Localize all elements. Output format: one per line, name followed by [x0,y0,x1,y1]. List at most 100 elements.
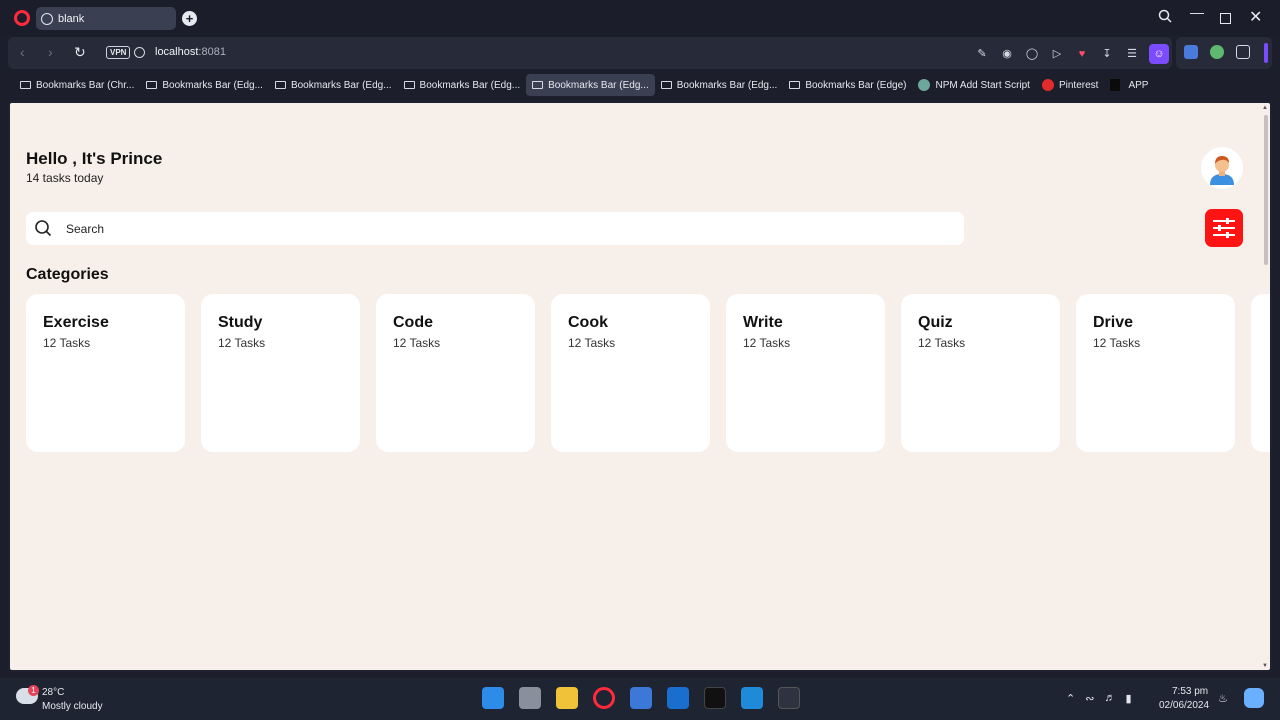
close-icon[interactable]: ✕ [1249,7,1262,27]
copilot-icon[interactable] [1244,688,1264,708]
microsoft-store-icon[interactable] [630,687,652,709]
folder-icon [274,81,286,89]
category-card-drive[interactable]: Drive 12 Tasks [1076,294,1235,452]
notification-bell-icon[interactable]: ♨ [1218,692,1228,705]
search-bar[interactable] [26,212,964,245]
wifi-icon[interactable]: ∾ [1085,692,1094,705]
category-task-count: 12 Tasks [918,336,966,350]
bookmark-label: NPM Add Start Script [935,79,1030,91]
bookmarks-bar: Bookmarks Bar (Chr... Bookmarks Bar (Edg… [8,72,1272,98]
site-info-icon[interactable] [134,47,145,58]
cube-extension-icon[interactable] [1236,45,1250,59]
bookmark-item[interactable]: Bookmarks Bar (Edg... [140,74,269,96]
clock-time[interactable]: 7:53 pm [1172,686,1208,697]
edit-icon[interactable]: ✎ [974,46,990,62]
category-name: Study [218,314,263,331]
opera-logo-icon[interactable] [14,10,30,26]
scrollbar-thumb[interactable] [1264,115,1268,265]
category-card-study[interactable]: Study 12 Tasks [201,294,360,452]
vpn-badge[interactable]: VPN [106,46,131,59]
system-tray: ⌃ ∾ ♬ ▮ [1066,692,1132,705]
opera-browser-icon[interactable] [593,687,615,709]
outlook-icon[interactable] [667,687,689,709]
category-card-code[interactable]: Code 12 Tasks [376,294,535,452]
maximize-icon[interactable] [1220,13,1231,24]
category-card-write[interactable]: Write 12 Tasks [726,294,885,452]
forward-icon[interactable]: › [48,44,53,60]
weather-condition[interactable]: Mostly cloudy [42,701,103,712]
scroll-up-icon[interactable]: ▲ [1262,105,1268,111]
bookmark-item[interactable]: Bookmarks Bar (Chr... [14,74,140,96]
category-task-count: 12 Tasks [393,336,441,350]
vscode-icon[interactable] [741,687,763,709]
url-host: localhost [155,46,199,58]
task-view-icon[interactable] [519,687,541,709]
folder-icon [20,81,31,89]
bookmark-item[interactable]: APP [1104,74,1154,96]
toolbar-icons: ✎ ◉ ◯ ▷ ♥ ↧ ☰ ☺ [974,44,1169,64]
bookmark-item[interactable]: Bookmarks Bar (Edg... [655,74,784,96]
file-icon [1110,79,1121,91]
reload-icon[interactable]: ↻ [74,44,86,61]
minimize-icon[interactable]: — [1190,4,1204,20]
menu-icon[interactable]: ☰ [1124,46,1140,62]
category-name: Drive [1093,314,1134,331]
bookmark-item[interactable]: Bookmarks Bar (Edg... [526,74,655,96]
url-field[interactable]: localhost:8081 [155,46,226,58]
back-icon[interactable]: ‹ [20,44,25,60]
folder-icon [532,81,544,89]
bookmark-item[interactable]: Bookmarks Bar (Edge) [783,74,912,96]
folder-icon [146,81,158,89]
category-name: Code [393,314,433,331]
camera-icon[interactable]: ◉ [999,46,1015,62]
figma-icon[interactable] [704,687,726,709]
browser-tab[interactable]: blank [36,7,176,30]
bookmark-item[interactable]: Bookmarks Bar (Edg... [398,74,527,96]
search-icon[interactable] [1158,9,1172,23]
bookmark-label: Bookmarks Bar (Edg... [676,79,778,91]
heart-icon[interactable]: ♥ [1074,46,1090,62]
category-card-exercise[interactable]: Exercise 12 Tasks [26,294,185,452]
play-icon[interactable]: ▷ [1049,46,1065,62]
category-card-partial[interactable] [1251,294,1270,452]
terminal-icon[interactable] [778,687,800,709]
battery-icon[interactable]: ▮ [1125,692,1131,705]
avatar[interactable] [1201,147,1243,189]
translate-extension-icon[interactable] [1184,45,1198,59]
url-port: :8081 [198,46,226,58]
bookmark-item[interactable]: Pinterest [1036,74,1104,96]
page-viewport: ▲ ▼ Hello , It's Prince 14 tasks today C [8,101,1272,672]
category-name: Exercise [43,314,109,331]
volume-icon[interactable]: ♬ [1104,692,1115,705]
bookmark-label: Bookmarks Bar (Chr... [36,79,135,91]
greeting-title: Hello , It's Prince [26,149,163,168]
taskbar: 1 28°C Mostly cloudy ⌃ ∾ ♬ ▮ 7:53 pm 02/… [0,678,1280,720]
extension-icon[interactable] [1210,45,1224,59]
category-name: Cook [568,314,608,331]
search-input[interactable] [66,219,946,239]
taskbar-apps [482,687,800,709]
bookmark-item[interactable]: NPM Add Start Script [912,74,1035,96]
category-name: Write [743,314,783,331]
globe-icon [41,12,53,25]
new-tab-button[interactable]: + [182,11,197,26]
shield-icon[interactable]: ◯ [1024,46,1040,62]
windows-start-icon[interactable] [482,687,504,709]
file-explorer-icon[interactable] [556,687,578,709]
tab-title: blank [58,12,85,25]
scroll-down-icon[interactable]: ▼ [1262,663,1268,669]
category-task-count: 12 Tasks [1093,336,1141,350]
weather-badge: 1 [28,685,39,696]
bookmark-item[interactable]: Bookmarks Bar (Edg... [269,74,398,96]
chevron-up-icon[interactable]: ⌃ [1066,692,1075,705]
bookmark-label: Bookmarks Bar (Edg... [548,79,649,91]
category-card-quiz[interactable]: Quiz 12 Tasks [901,294,1060,452]
download-icon[interactable]: ↧ [1099,46,1115,62]
category-task-count: 12 Tasks [218,336,266,350]
clock-date[interactable]: 02/06/2024 [1159,700,1209,711]
profile-icon[interactable]: ☺ [1149,44,1169,64]
category-task-count: 12 Tasks [743,336,791,350]
category-card-cook[interactable]: Cook 12 Tasks [551,294,710,452]
filter-button[interactable] [1205,209,1243,247]
weather-temperature[interactable]: 28°C [42,687,64,698]
